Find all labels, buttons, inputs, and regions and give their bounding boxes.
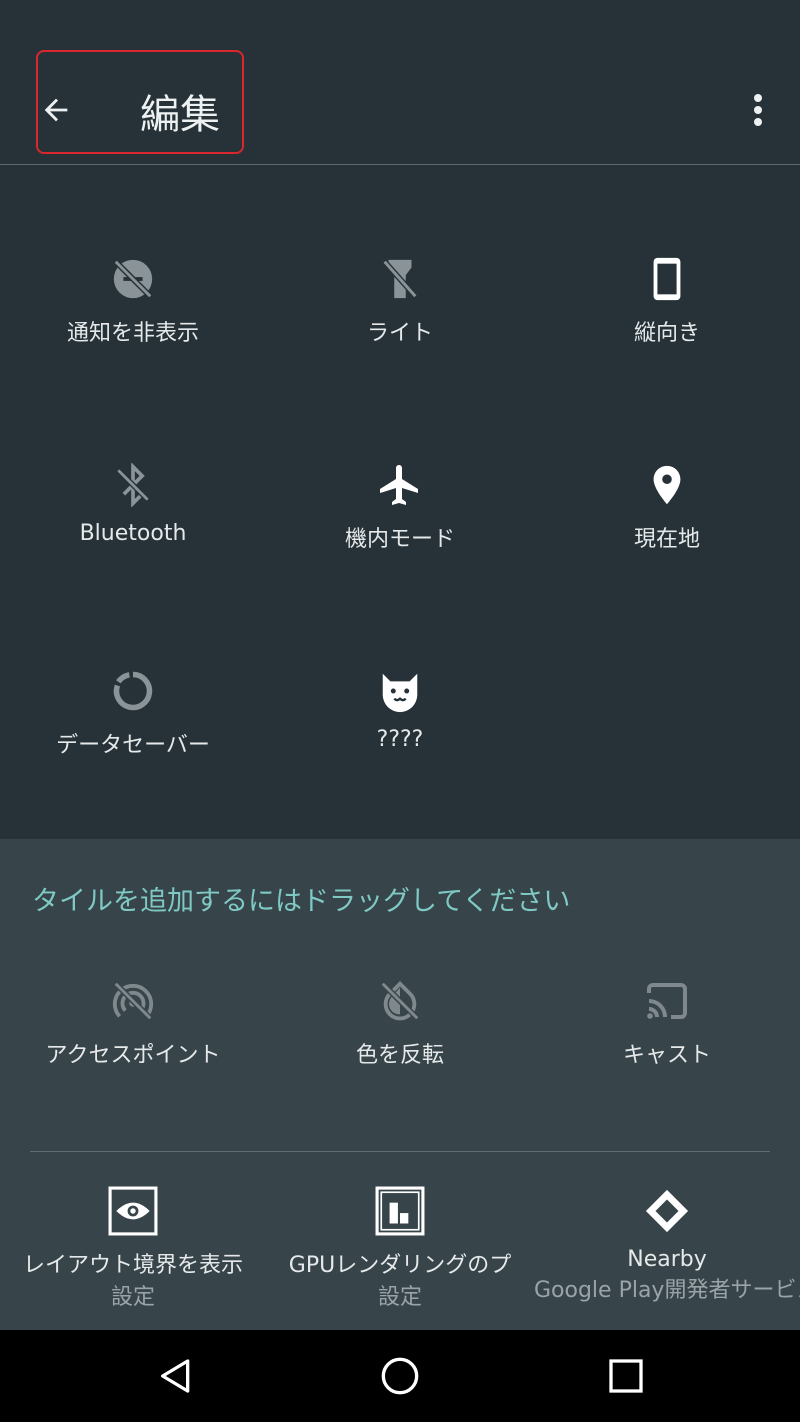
- tile-cast[interactable]: キャスト: [534, 971, 800, 1069]
- tile-app-name: Google Play開発者サービス: [534, 1278, 800, 1303]
- tile-label: ライト: [366, 321, 433, 346]
- tile-rotation[interactable]: 縦向き: [534, 249, 800, 347]
- airplane-icon: [380, 465, 418, 505]
- tile-dnd[interactable]: 通知を非表示: [0, 249, 266, 347]
- tile-label: 縦向き: [633, 321, 700, 346]
- gpu-rendering-icon: [375, 1186, 425, 1236]
- invert-colors-off-icon: [380, 981, 420, 1021]
- tile-label: 現在地: [633, 527, 700, 552]
- tile-label: レイアウト境界を表示: [22, 1253, 243, 1278]
- layout-bounds-icon: [108, 1186, 158, 1236]
- current-tiles-panel: 通知を非表示 ライト 縦向き Bluetooth 機内モード 現在地 データセー…: [0, 165, 800, 839]
- nav-back-icon: [161, 1359, 190, 1393]
- tile-data-saver[interactable]: データセーバー: [0, 661, 266, 759]
- navigation-bar: [0, 1330, 800, 1422]
- data-saver-icon: [113, 671, 153, 711]
- phone-portrait-icon: [653, 257, 681, 301]
- hotspot-off-icon: [112, 981, 154, 1021]
- drag-hint: タイルを追加するにはドラッグしてください: [32, 886, 571, 917]
- section-divider: [30, 1151, 770, 1152]
- tile-layout-bounds[interactable]: レイアウト境界を表示 設定: [0, 1181, 266, 1311]
- tile-label: キャスト: [622, 1043, 711, 1068]
- tile-label: 通知を非表示: [66, 321, 199, 346]
- nav-home-button[interactable]: [340, 1330, 460, 1422]
- tile-label: Bluetooth: [79, 521, 187, 546]
- tile-app-name: 設定: [110, 1285, 155, 1310]
- tile-gpu-rendering[interactable]: GPUレンダリングのプ 設定: [267, 1181, 533, 1311]
- tile-invert-colors[interactable]: 色を反転: [267, 971, 533, 1069]
- overflow-menu-button[interactable]: [740, 86, 776, 134]
- tile-label: ????: [376, 727, 424, 752]
- tile-label: 色を反転: [355, 1043, 444, 1068]
- tile-label: Nearby: [627, 1247, 707, 1272]
- tile-app-name: 設定: [377, 1285, 422, 1310]
- tile-flashlight[interactable]: ライト: [267, 249, 533, 347]
- tile-airplane[interactable]: 機内モード: [267, 455, 533, 553]
- tile-hotspot[interactable]: アクセスポイント: [0, 971, 266, 1069]
- nav-recents-icon: [609, 1359, 643, 1393]
- nearby-icon: [645, 1189, 689, 1233]
- tile-bluetooth[interactable]: Bluetooth: [0, 455, 266, 546]
- more-vert-icon: [754, 94, 762, 126]
- cat-icon: [382, 673, 418, 713]
- app-bar: 編集: [0, 0, 800, 165]
- dnd-off-icon: [113, 259, 153, 299]
- tile-location[interactable]: 現在地: [534, 455, 800, 553]
- annotation-highlight-box: [36, 50, 244, 154]
- flashlight-off-icon: [382, 259, 418, 299]
- tile-nearby[interactable]: Nearby Google Play開発者サービス: [534, 1181, 800, 1304]
- tile-label: アクセスポイント: [45, 1043, 221, 1068]
- bluetooth-off-icon: [116, 463, 150, 507]
- cast-icon: [647, 983, 687, 1019]
- tile-label: 機内モード: [344, 527, 455, 552]
- tile-easter-egg[interactable]: ????: [267, 661, 533, 752]
- nav-recents-button[interactable]: [566, 1330, 686, 1422]
- nav-home-icon: [381, 1357, 419, 1395]
- available-tiles-panel: タイルを追加するにはドラッグしてください アクセスポイント 色を反転 キャスト …: [0, 839, 800, 1330]
- tile-label: データセーバー: [56, 733, 210, 758]
- nav-back-button[interactable]: [116, 1330, 236, 1422]
- tile-label: GPUレンダリングのプ: [288, 1253, 512, 1278]
- location-pin-icon: [653, 465, 681, 505]
